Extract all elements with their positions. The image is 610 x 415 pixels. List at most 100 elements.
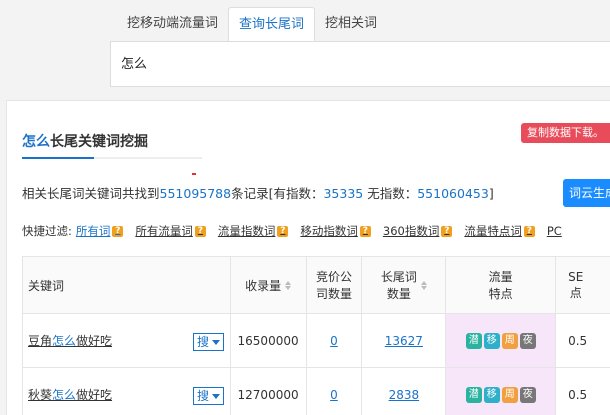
table-header: 关键词 收录量 竞价公司数量 长尾词数量 流量特点 SE 点 (23, 257, 610, 314)
traffic-cell: 潜 移 周 夜 (446, 368, 557, 415)
header-keyword: 关键词 (23, 257, 231, 313)
table-row: 秋葵怎么做好吃 搜 12700000 0 2838 潜 移 周 夜 0.5 (23, 368, 610, 415)
word-cloud-button[interactable]: 词云生成 (563, 179, 610, 207)
panel-title-text: 长尾关键词挖掘 (50, 134, 148, 150)
summary-prefix: 相关长尾词关键词共找到 (22, 186, 160, 201)
header-longtail-line2: 数量 (386, 287, 411, 301)
keyword-part: 秋葵 (28, 388, 53, 402)
traffic-cell: 潜 移 周 夜 (446, 314, 557, 367)
keyword-cell: 豆角怎么做好吃 搜 (23, 314, 231, 367)
tab-mobile-traffic[interactable]: 挖移动端流量词 (117, 7, 228, 41)
filter-all-traffic-label: 所有流量词 (135, 224, 193, 238)
search-dropdown-button[interactable]: 搜 (193, 387, 225, 405)
header-traffic: 流量 特点 (446, 257, 557, 313)
filter-label: 快捷过滤: (22, 224, 72, 238)
indexed-cell: 12700000 (231, 368, 307, 415)
help-icon: ? (112, 225, 124, 237)
header-indexed[interactable]: 收录量 (231, 257, 307, 313)
title-underline-active (22, 157, 94, 159)
help-icon: ? (277, 225, 289, 237)
bid-cell: 0 (307, 368, 363, 415)
keyword-highlight: 怎么 (52, 388, 77, 402)
summary-no-index: 551060453 (417, 186, 489, 201)
badge-night: 夜 (519, 332, 536, 349)
search-input[interactable] (121, 55, 600, 70)
copy-download-button[interactable]: 复制数据下载。 (521, 123, 610, 143)
keyword-part: 做好吃 (76, 388, 113, 402)
keyword-part: 豆角 (28, 334, 53, 348)
bid-link[interactable]: 0 (330, 334, 338, 348)
sort-icon (420, 280, 427, 290)
badge-mobile: 移 (483, 332, 500, 349)
header-traffic-line1: 流量 (488, 270, 513, 284)
keyword-part: 做好吃 (76, 334, 113, 348)
panel-title: 怎么长尾关键词挖掘 (22, 131, 148, 151)
filter-all-traffic[interactable]: 所有流量词? (135, 223, 206, 239)
filter-traffic-feature-label: 流量特点词 (464, 224, 522, 238)
help-icon: ? (441, 225, 453, 237)
longtail-link[interactable]: 2838 (389, 388, 420, 402)
filter-all-words-label: 所有词 (75, 224, 111, 238)
keyword-cell: 秋葵怎么做好吃 搜 (23, 368, 231, 415)
header-traffic-line2: 特点 (488, 287, 513, 301)
badge-mobile: 移 (483, 386, 500, 403)
red-marker (192, 173, 196, 175)
summary-total: 551095788 (159, 186, 232, 201)
header-se-line2: 点 (569, 285, 582, 300)
filter-mobile-index[interactable]: 移动指数词? (300, 223, 371, 239)
search-dropdown-label: 搜 (197, 335, 210, 349)
summary-mid1: 条记录[有指数： (231, 186, 324, 201)
summary-mid2: 无指数： (363, 186, 418, 201)
keyword-link[interactable]: 豆角怎么做好吃 (28, 332, 112, 349)
badge-weekly: 周 (501, 386, 518, 403)
header-bid-line2: 司数量 (315, 287, 352, 301)
filter-all-words[interactable]: 所有词? (76, 223, 124, 239)
longtail-cell: 13627 (362, 314, 447, 367)
filter-pc[interactable]: PC (547, 223, 562, 239)
result-summary: 相关长尾词关键词共找到551095788条记录[有指数：35335 无指数：55… (22, 183, 494, 202)
filter-mobile-index-label: 移动指数词 (300, 224, 358, 238)
keyword-table: 关键词 收录量 竞价公司数量 长尾词数量 流量特点 SE 点 豆角怎么做好吃 搜 … (22, 256, 610, 415)
bid-link[interactable]: 0 (330, 388, 338, 402)
badge-night: 夜 (519, 386, 536, 403)
search-dropdown-label: 搜 (197, 389, 210, 403)
traffic-badges: 潜 移 周 夜 (446, 314, 556, 367)
chevron-down-icon (212, 339, 221, 345)
help-icon: ? (523, 225, 535, 237)
help-icon: ? (194, 225, 206, 237)
se-cell: 0.5 (568, 387, 588, 402)
tab-related-words[interactable]: 挖相关词 (315, 7, 387, 41)
header-bid: 竞价公 司数量 (307, 257, 363, 313)
filter-traffic-index[interactable]: 流量指数词? (218, 223, 289, 239)
chevron-down-icon (212, 393, 221, 399)
search-dropdown-button[interactable]: 搜 (193, 333, 225, 351)
tab-bar: 挖移动端流量词 查询长尾词 挖相关词 (117, 7, 387, 42)
badge-potential: 潜 (465, 386, 482, 403)
header-se: SE 点 (556, 257, 610, 313)
keyword-link[interactable]: 秋葵怎么做好吃 (28, 386, 112, 403)
search-box (110, 41, 610, 87)
longtail-link[interactable]: 13627 (385, 334, 423, 348)
header-se-line1: SE (568, 269, 584, 284)
bid-cell: 0 (307, 314, 363, 367)
header-longtail-line1: 长尾词 (380, 270, 417, 284)
header-indexed-label: 收录量 (245, 278, 282, 293)
filter-traffic-feature[interactable]: 流量特点词? (464, 223, 535, 239)
badge-weekly: 周 (501, 332, 518, 349)
longtail-cell: 2838 (362, 368, 447, 415)
tab-longtail-query[interactable]: 查询长尾词 (228, 7, 316, 42)
summary-with-index: 35335 (323, 186, 364, 201)
filter-traffic-index-label: 流量指数词 (217, 224, 276, 238)
results-panel: 怎么长尾关键词挖掘 复制数据下载。 相关长尾词关键词共找到551095788条记… (6, 100, 610, 415)
header-longtail[interactable]: 长尾词 数量 (362, 257, 447, 313)
indexed-cell: 16500000 (231, 314, 307, 367)
filter-360-index-label: 360指数词 (382, 224, 440, 238)
help-icon: ? (359, 225, 371, 237)
traffic-badges: 潜 移 周 夜 (446, 368, 556, 415)
filter-360-index[interactable]: 360指数词? (382, 223, 453, 239)
filter-pc-label: PC (546, 224, 562, 238)
table-row: 豆角怎么做好吃 搜 16500000 0 13627 潜 移 周 夜 0.5 (23, 314, 610, 368)
panel-title-keyword: 怎么 (22, 134, 50, 150)
header-bid-line1: 竞价公 (315, 270, 352, 284)
sort-icon (285, 280, 292, 290)
